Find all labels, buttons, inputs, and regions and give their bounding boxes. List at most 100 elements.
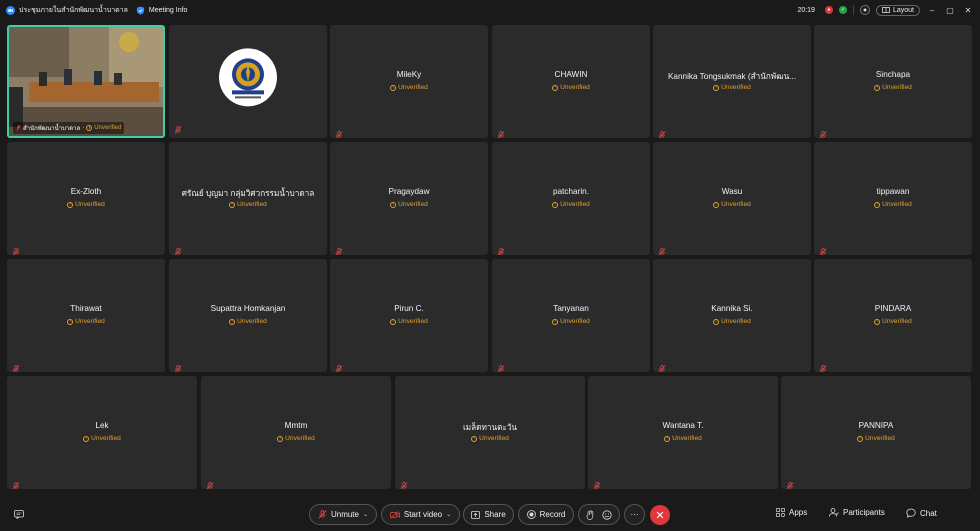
record-label: Record <box>539 510 566 519</box>
unverified-badge: ! Unverified <box>7 318 165 325</box>
unverified-label: Unverified <box>721 84 751 91</box>
unverified-badge: ! Unverified <box>169 201 327 208</box>
warning-icon: ! <box>713 201 720 208</box>
participant-tile[interactable]: PINDARA ! Unverified <box>814 259 972 372</box>
more-icon: ··· <box>630 510 639 519</box>
org-logo-tile[interactable] <box>169 25 327 138</box>
leave-button[interactable]: ✕ <box>650 505 670 525</box>
participant-name: Mmtm <box>284 421 308 430</box>
share-screen-icon <box>471 510 481 519</box>
layout-label: Layout <box>892 6 914 14</box>
participant-tile[interactable]: patcharin.! Unverified <box>492 142 650 255</box>
participant-tile[interactable]: MileKy! Unverified <box>330 25 488 138</box>
unverified-label: Unverified <box>672 435 702 442</box>
participant-tile[interactable]: ศรัณย์ บุญมา กลุ่มวิศวกรรมน้ำบาดาล ! Unver… <box>169 142 327 255</box>
encryption-indicator-icon[interactable]: ✓ <box>838 6 847 14</box>
unverified-label: Unverified <box>91 435 121 442</box>
participant-tile[interactable]: Kannika Si.! Unverified <box>653 259 811 372</box>
participant-tile[interactable]: Mmtm ! Unverified <box>201 376 391 489</box>
chevron-down-icon[interactable]: ⌄ <box>446 511 451 518</box>
video-off-icon <box>389 510 400 519</box>
minimize-icon[interactable]: – <box>926 6 938 15</box>
chevron-down-icon[interactable]: ⌄ <box>363 511 368 518</box>
mic-off-icon <box>12 360 20 372</box>
participant-tile[interactable]: Thirawat ! Unverified <box>7 259 165 372</box>
unverified-badge: ! Unverified <box>7 435 197 442</box>
participant-name: patcharin. <box>553 187 589 196</box>
maximize-icon[interactable]: ▢ <box>944 6 956 15</box>
warning-icon: ! <box>67 318 74 325</box>
start-video-label: Start video <box>403 510 443 519</box>
participant-tile[interactable]: tippawan! Unverified <box>814 142 972 255</box>
participants-button[interactable]: Participants <box>829 508 885 517</box>
participant-name: Ex-Zloth <box>70 187 102 196</box>
share-button[interactable]: Share <box>463 504 514 525</box>
unverified-label: Unverified <box>865 435 895 442</box>
unverified-label: Unverified <box>882 318 912 325</box>
meeting-clock: 20:19 <box>797 6 815 14</box>
unverified-badge: ! Unverified <box>814 318 972 325</box>
participant-name: Wantana T. <box>662 421 704 430</box>
participant-tile[interactable]: Supattra Homkanjan! Unverified <box>169 259 327 372</box>
mic-off-icon <box>12 477 20 489</box>
mic-off-icon <box>174 126 182 134</box>
start-video-button[interactable]: Start video ⌄ <box>381 504 460 525</box>
self-video-tile[interactable]: สำนักพัฒนาน้ำบาดาล · ! Unverified <box>7 25 165 138</box>
unverified-label: Unverified <box>882 201 912 208</box>
meeting-title: ประชุมภายในสำนักพัฒนาน้ำบาดาล <box>19 6 128 14</box>
meeting-info-link[interactable]: Meeting Info <box>149 7 188 14</box>
participant-tile[interactable]: Tanyanan! Unverified <box>492 259 650 372</box>
unverified-badge: ! Unverified <box>169 318 327 325</box>
warning-icon: ! <box>874 201 881 208</box>
participant-name: Sinchapa <box>875 70 911 79</box>
warning-icon: ! <box>857 435 864 442</box>
participant-tile[interactable]: CHAWIN! Unverified <box>492 25 650 138</box>
participant-tile[interactable]: Wantana T. ! Unverified <box>588 376 778 489</box>
unverified-label: Unverified <box>560 201 590 208</box>
unmute-label: Unmute <box>330 510 359 519</box>
view-icon[interactable] <box>859 5 870 15</box>
participant-tile[interactable]: Lek ! Unverified <box>7 376 197 489</box>
unverified-badge: ! Unverified <box>201 435 391 442</box>
divider <box>852 5 854 15</box>
participant-name: Kannika Tongsukmak (สำนักพัฒน... <box>667 72 797 81</box>
reactions-button[interactable] <box>578 504 620 525</box>
chat-button[interactable]: Chat <box>906 508 937 518</box>
unverified-badge: ! Unverified <box>588 435 778 442</box>
participant-name: Lek <box>95 421 109 430</box>
participant-name: PINDARA <box>874 304 912 313</box>
close-icon[interactable]: ✕ <box>962 6 974 15</box>
chat-icon <box>906 508 916 518</box>
participant-name: Pragaydaw <box>388 187 430 196</box>
unverified-badge: ! Unverified <box>330 201 488 208</box>
mic-off-icon <box>12 243 20 255</box>
participant-tile[interactable]: เมล็ดทานตะวัน! Unverified <box>395 376 585 489</box>
participant-tile[interactable]: Sinchapa! Unverified <box>814 25 972 138</box>
unverified-label: Unverified <box>285 435 315 442</box>
mic-off-icon <box>335 360 343 372</box>
participant-name: Thirawat <box>70 304 102 313</box>
warning-icon: ! <box>67 201 74 208</box>
apps-icon <box>776 508 785 517</box>
record-button[interactable]: Record <box>518 504 574 525</box>
participant-tile[interactable]: Pragaydaw ! Unverified <box>330 142 488 255</box>
mic-off-icon <box>658 243 666 255</box>
title-bar: ประชุมภายในสำนักพัฒนาน้ำบาดาล Meeting In… <box>0 0 980 20</box>
unverified-badge: ! Unverified <box>653 318 811 325</box>
recording-indicator-icon[interactable]: ● <box>824 6 833 14</box>
participant-tile[interactable]: Ex-Zloth! Unverified <box>7 142 165 255</box>
mic-off-icon <box>335 126 343 138</box>
shield-icon[interactable] <box>136 5 145 15</box>
participant-tile[interactable]: Wasu! Unverified <box>653 142 811 255</box>
warning-icon: ! <box>552 84 559 91</box>
unmute-button[interactable]: Unmute ⌄ <box>309 504 377 525</box>
layout-button[interactable]: Layout <box>875 4 920 16</box>
participant-tile[interactable]: PANNIPA! Unverified <box>781 376 971 489</box>
participant-tile[interactable]: Kannika Tongsukmak (สำนักพัฒน...! Unverif… <box>653 25 811 138</box>
captions-icon[interactable] <box>14 510 24 519</box>
self-status: Unverified <box>94 125 122 131</box>
participant-name: ศรัณย์ บุญมา กลุ่มวิศวกรรมน้ำบาดาล <box>181 189 315 198</box>
participant-tile[interactable]: Pirun C.! Unverified <box>330 259 488 372</box>
apps-button[interactable]: Apps <box>776 508 807 517</box>
more-button[interactable]: ··· <box>624 504 645 525</box>
